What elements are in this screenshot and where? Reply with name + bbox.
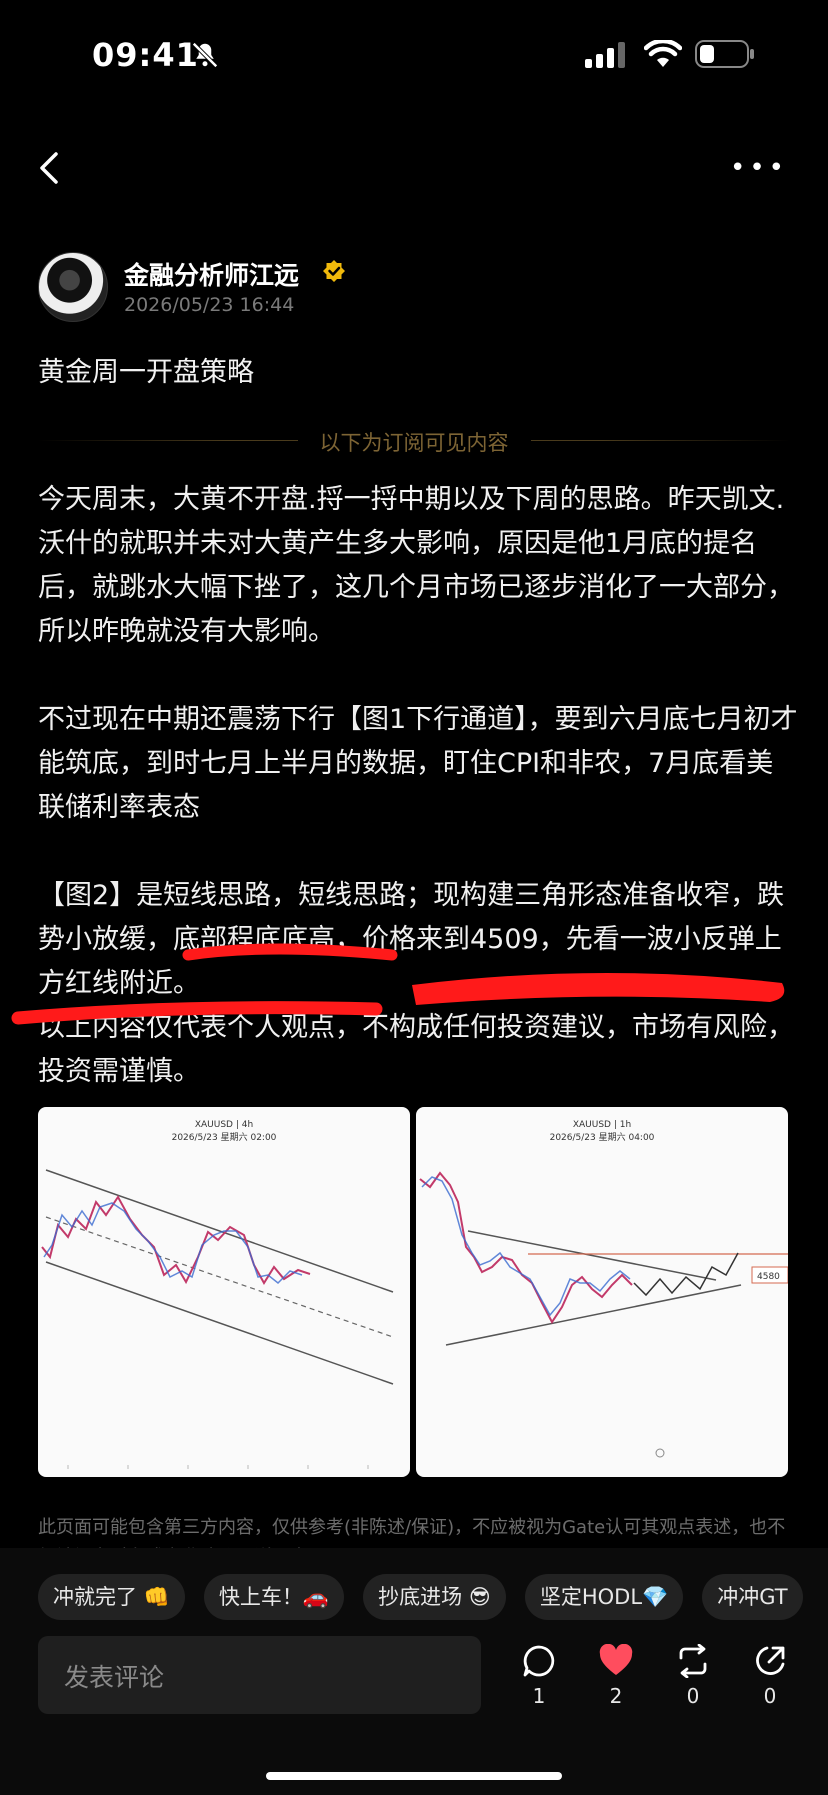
cellular-signal-icon — [585, 42, 625, 68]
back-arrow-icon[interactable] — [36, 148, 66, 188]
quick-reply-chip[interactable]: 快上车！🚗 — [203, 1574, 345, 1620]
comment-count: 1 — [532, 1684, 546, 1708]
repost-icon — [679, 1644, 707, 1678]
post-paragraph: 不过现在中期还震荡下行【图1下行通道】，要到六月底七月初才能筑底，到时七月上半月… — [38, 704, 798, 823]
heart-icon — [599, 1644, 633, 1675]
post-body: 今天周末，大黄不开盘.捋一捋中期以及下周的思路。昨天凯文.沃什的就职并未对大黄产… — [38, 478, 798, 1094]
chart-axis-ticks — [67, 1465, 369, 1469]
post-title: 黄金周一开盘策略 — [38, 357, 254, 388]
price-candles — [41, 1195, 311, 1285]
share-count: 0 — [763, 1684, 777, 1708]
tradingview-mark-icon — [655, 1448, 665, 1458]
status-bar: 09:41 — [0, 0, 828, 110]
chart-image-triangle[interactable]: XAUUSD | 1h 2026/5/23 星期六 04:00 4580 — [416, 1107, 788, 1477]
post-timestamp: 2026/05/23 16:44 — [124, 294, 295, 316]
share-icon — [756, 1646, 785, 1675]
chart-image-caption: XAUUSD | 4h 2026/5/23 星期六 02:00 — [171, 1120, 277, 1143]
subscription-divider-label: 以下为订阅可见内容 — [0, 427, 828, 457]
quick-reply-chips: 冲就完了 👊 快上车！🚗 抄底进场 😎 坚定HODL💎 冲冲GT — [38, 1574, 828, 1622]
like-button[interactable]: 2 — [591, 1644, 641, 1708]
comment-input[interactable]: 发表评论 — [38, 1636, 481, 1714]
quick-reply-chip[interactable]: 冲冲GT — [702, 1574, 803, 1620]
comment-placeholder: 发表评论 — [64, 1663, 165, 1692]
author-avatar[interactable] — [38, 252, 108, 322]
comment-bubble-icon — [523, 1645, 555, 1677]
candlestick-chart: 4580 — [419, 1171, 788, 1458]
post-paragraph: 【图2】是短线思路，短线思路；现构建三角形态准备收窄，跌势小放缓，底部程底底高，… — [38, 880, 785, 999]
quick-reply-chip[interactable]: 坚定HODL💎 — [524, 1574, 684, 1620]
quick-reply-chip[interactable]: 抄底进场 😎 — [363, 1574, 506, 1620]
chart-image-downtrend-channel[interactable]: XAUUSD | 4h 2026/5/23 星期六 02:00 — [38, 1107, 410, 1477]
candlestick-chart — [41, 1169, 394, 1469]
wifi-icon — [644, 40, 682, 67]
verified-badge-icon — [323, 260, 345, 282]
status-time: 09:41 — [92, 36, 199, 74]
post-paragraph: 以上内容仅代表个人观点，不构成任何投资建议，市场有风险，投资需谨慎。 — [38, 1012, 794, 1087]
bottom-action-panel: 冲就完了 👊 快上车！🚗 抄底进场 😎 坚定HODL💎 冲冲GT 发表评论 1 … — [0, 1548, 828, 1795]
battery-icon — [695, 40, 754, 68]
repost-button[interactable]: 0 — [668, 1644, 718, 1708]
more-options-icon[interactable]: ••• — [730, 155, 788, 181]
price-level-tag: 4580 — [757, 1272, 780, 1282]
author-name[interactable]: 金融分析师江远 — [124, 256, 299, 292]
chart-image-caption: XAUUSD | 1h 2026/5/23 星期六 04:00 — [549, 1120, 655, 1143]
home-indicator[interactable] — [266, 1772, 562, 1780]
quick-reply-chip[interactable]: 冲就完了 👊 — [38, 1574, 185, 1620]
share-button[interactable]: 0 — [745, 1644, 795, 1708]
silent-bell-icon — [192, 42, 218, 68]
price-candles — [419, 1171, 633, 1324]
repost-count: 0 — [686, 1684, 700, 1708]
post-paragraph: 今天周末，大黄不开盘.捋一捋中期以及下周的思路。昨天凯文.沃什的就职并未对大黄产… — [38, 484, 794, 647]
like-count: 2 — [609, 1684, 623, 1708]
comment-button[interactable]: 1 — [514, 1644, 564, 1708]
